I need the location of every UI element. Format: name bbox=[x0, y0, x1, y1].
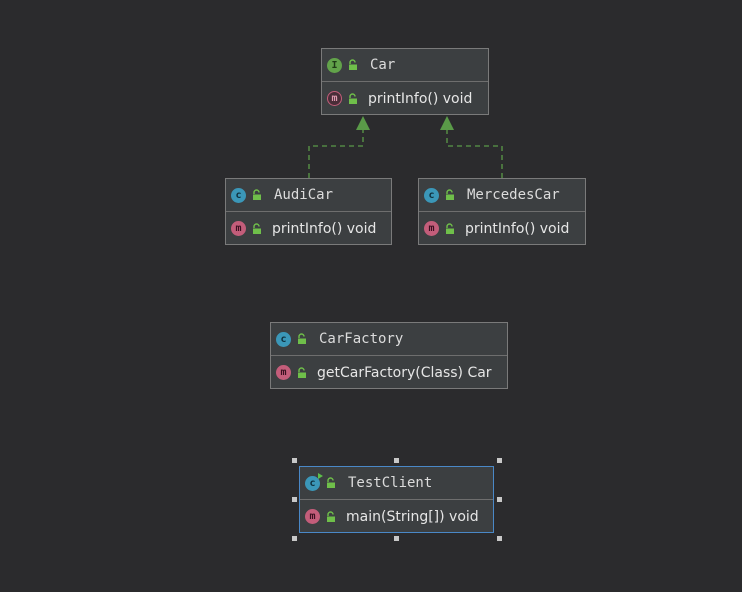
method-icon: m bbox=[276, 365, 291, 380]
public-lock-icon bbox=[349, 92, 357, 104]
runnable-marker-icon bbox=[318, 472, 323, 479]
class-header: c TestClient bbox=[300, 467, 493, 500]
method-icon: m bbox=[231, 221, 246, 236]
class-box-mercedescar[interactable]: c MercedesCar m printInfo() void bbox=[418, 178, 586, 245]
method-row[interactable]: m printInfo() void bbox=[226, 212, 391, 245]
public-lock-icon bbox=[327, 477, 335, 488]
resize-handle-top-right[interactable] bbox=[497, 458, 502, 463]
class-header: c AudiCar bbox=[226, 179, 391, 212]
public-lock-icon bbox=[446, 222, 454, 234]
method-signature: printInfo() void bbox=[465, 220, 570, 237]
resize-handle-right[interactable] bbox=[497, 497, 502, 502]
class-header: c CarFactory bbox=[271, 323, 507, 356]
class-header: I Car bbox=[322, 49, 488, 82]
public-lock-icon bbox=[298, 366, 306, 378]
public-lock-icon bbox=[327, 510, 335, 522]
method-icon: m bbox=[424, 221, 439, 236]
interface-icon: I bbox=[327, 57, 342, 73]
resize-handle-left[interactable] bbox=[292, 497, 297, 502]
realization-audicar-to-car[interactable] bbox=[308, 116, 370, 178]
class-box-testclient[interactable]: c TestClient m main(String[]) void bbox=[299, 466, 494, 533]
realization-arrowhead bbox=[356, 116, 370, 130]
resize-handle-bottom[interactable] bbox=[394, 536, 399, 541]
resize-handle-top-left[interactable] bbox=[292, 458, 297, 463]
class-box-audicar[interactable]: c AudiCar m printInfo() void bbox=[225, 178, 392, 245]
class-icon: c bbox=[305, 472, 323, 491]
class-icon: c bbox=[424, 187, 439, 203]
method-row[interactable]: m printInfo() void bbox=[322, 82, 488, 115]
abstract-method-icon: m bbox=[327, 91, 342, 106]
method-signature: main(String[]) void bbox=[346, 508, 479, 525]
public-lock-icon bbox=[349, 59, 357, 70]
class-box-carfactory[interactable]: c CarFactory m getCarFactory(Class) Car bbox=[270, 322, 508, 389]
class-icon: c bbox=[276, 331, 291, 347]
class-name: Car bbox=[370, 57, 396, 73]
method-signature: getCarFactory(Class) Car bbox=[317, 364, 492, 381]
class-name: AudiCar bbox=[274, 187, 334, 203]
method-signature: printInfo() void bbox=[368, 90, 473, 107]
public-lock-icon bbox=[446, 189, 454, 200]
method-icon: m bbox=[305, 509, 320, 524]
class-name: MercedesCar bbox=[467, 187, 560, 203]
method-signature: printInfo() void bbox=[272, 220, 377, 237]
public-lock-icon bbox=[298, 333, 306, 344]
class-name: TestClient bbox=[348, 475, 433, 491]
interface-box-car[interactable]: I Car m printInfo() void bbox=[321, 48, 489, 115]
class-name: CarFactory bbox=[319, 331, 404, 347]
method-row[interactable]: m main(String[]) void bbox=[300, 500, 493, 533]
resize-handle-top[interactable] bbox=[394, 458, 399, 463]
class-header: c MercedesCar bbox=[419, 179, 585, 212]
method-row[interactable]: m printInfo() void bbox=[419, 212, 585, 245]
realization-mercedescar-to-car[interactable] bbox=[440, 116, 503, 178]
resize-handle-bottom-right[interactable] bbox=[497, 536, 502, 541]
realization-arrowhead bbox=[440, 116, 454, 130]
method-row[interactable]: m getCarFactory(Class) Car bbox=[271, 356, 507, 389]
public-lock-icon bbox=[253, 222, 261, 234]
public-lock-icon bbox=[253, 189, 261, 200]
class-icon: c bbox=[231, 187, 246, 203]
uml-diagram-canvas[interactable]: I Car m printInfo() void c AudiCar m pri… bbox=[0, 0, 742, 592]
resize-handle-bottom-left[interactable] bbox=[292, 536, 297, 541]
